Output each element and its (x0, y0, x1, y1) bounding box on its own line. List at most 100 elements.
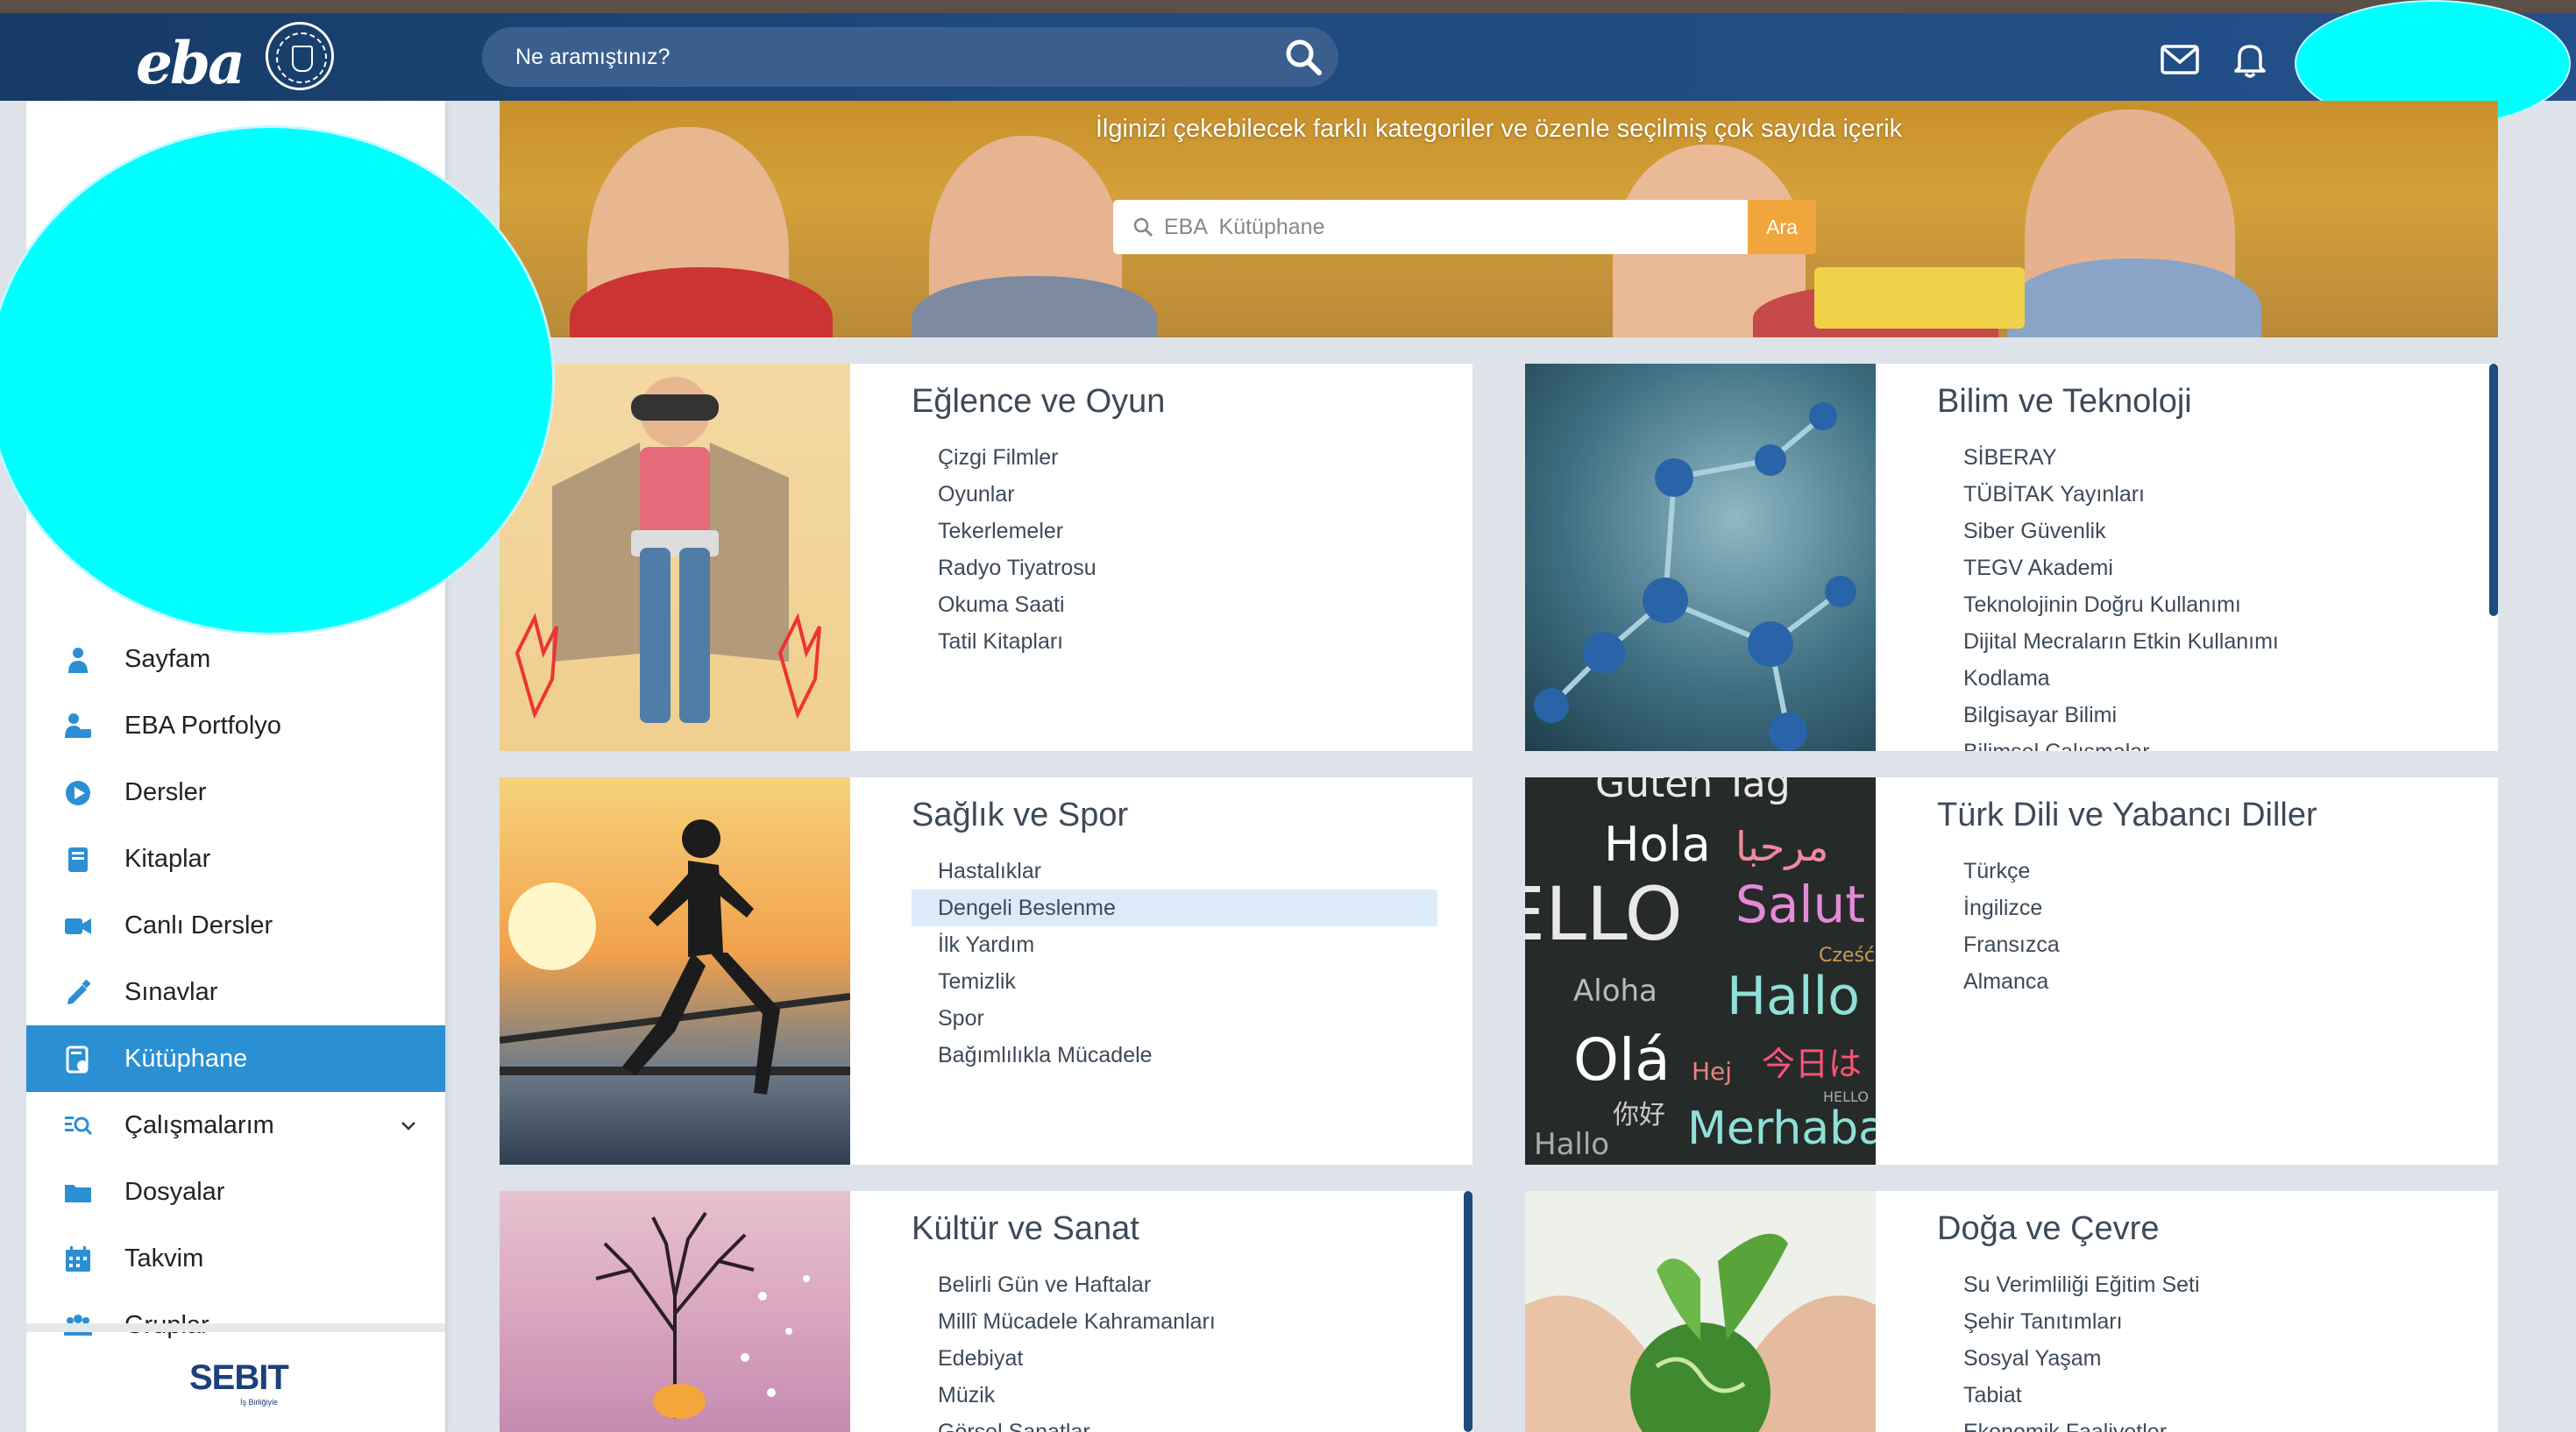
video-icon (65, 918, 91, 934)
category-title[interactable]: Doğa ve Çevre (1937, 1210, 2159, 1248)
category-image[interactable]: Guten Tag Hola مرحبا Salut ELLO Cześć Al… (1525, 777, 1876, 1165)
library-icon (66, 1046, 89, 1074)
category-link[interactable]: Su Verimliliği Eğitim Seti (1937, 1266, 2463, 1303)
chalk-word: Hallo (1534, 1127, 1609, 1162)
category-link[interactable]: Dijital Mecraların Etkin Kullanımı (1937, 623, 2463, 660)
sidebar-item-label: Dosyalar (124, 1177, 225, 1206)
category-link[interactable]: Kodlama (1937, 660, 2463, 697)
chalk-word: Salut (1735, 875, 1865, 934)
category-link[interactable]: Bilgisayar Bilimi (1937, 697, 2463, 734)
sidebar-item-sayfam[interactable]: Sayfam (26, 626, 445, 692)
category-link[interactable]: Şehir Tanıtımları (1937, 1303, 2463, 1340)
category-link[interactable]: Radyo Tiyatrosu (912, 549, 1437, 586)
sidebar-item-label: Takvim (124, 1244, 204, 1272)
bell-icon[interactable] (2228, 39, 2272, 80)
category-link[interactable]: Millî Mücadele Kahramanları (912, 1303, 1437, 1340)
sidebar-item-dersler[interactable]: Dersler (26, 759, 445, 826)
category-link[interactable]: Tatil Kitapları (912, 623, 1437, 660)
sidebar-item-label: Kitaplar (124, 844, 211, 873)
card-scrollbar[interactable] (2489, 364, 2498, 616)
mail-icon[interactable] (2158, 39, 2202, 80)
category-link[interactable]: TEGV Akademi (1937, 549, 2463, 586)
sidebar-item-kitaplar[interactable]: Kitaplar (26, 826, 445, 892)
category-title[interactable]: Bilim ve Teknoloji (1937, 383, 2192, 421)
top-search-bar (482, 27, 1338, 87)
sidebar-item-label: EBA Portfolyo (124, 711, 281, 740)
category-list: Türkçe İngilizce Fransızca Almanca (1937, 853, 2463, 1000)
category-link[interactable]: Temizlik (912, 963, 1437, 1000)
category-card-diller: Guten Tag Hola مرحبا Salut ELLO Cześć Al… (1525, 777, 2498, 1165)
category-title[interactable]: Kültür ve Sanat (912, 1210, 1139, 1248)
category-card-kultur: Kültür ve Sanat Belirli Gün ve Haftalar … (500, 1191, 1473, 1432)
sidebar-item-eba-portfolyo[interactable]: EBA Portfolyo (26, 692, 445, 759)
category-link[interactable]: Spor (912, 1000, 1437, 1037)
category-link[interactable]: TÜBİTAK Yayınları (1937, 476, 2463, 513)
sidebar-item-sinavlar[interactable]: Sınavlar (26, 959, 445, 1025)
category-link[interactable]: Tekerlemeler (912, 513, 1437, 549)
category-list: Su Verimliliği Eğitim Seti Şehir Tanıtım… (1937, 1266, 2463, 1432)
runner-illustration (500, 819, 850, 1095)
category-link[interactable]: İlk Yardım (912, 926, 1437, 963)
library-search-input[interactable] (1164, 200, 1742, 254)
category-image[interactable] (500, 364, 850, 751)
category-card-doga: Doğa ve Çevre Su Verimliliği Eğitim Seti… (1525, 1191, 2498, 1432)
sidebar-item-canli-dersler[interactable]: Canlı Dersler (26, 892, 445, 959)
category-link[interactable]: İngilizce (1937, 890, 2463, 926)
sidebar-item-label: Dersler (124, 777, 207, 806)
category-link[interactable]: Bağımlılıkla Mücadele (912, 1037, 1437, 1074)
category-image[interactable] (1525, 364, 1876, 751)
category-link[interactable]: Bilimsel Çalışmalar (1937, 734, 2463, 751)
sidebar-item-calismalarim[interactable]: Çalışmalarım (26, 1092, 445, 1159)
category-link[interactable]: Belirli Gün ve Haftalar (912, 1266, 1437, 1303)
category-link[interactable]: Siber Güvenlik (1937, 513, 2463, 549)
category-link[interactable]: Edebiyat (912, 1340, 1437, 1377)
eba-logo[interactable]: eba (136, 29, 245, 97)
search-icon[interactable] (1282, 36, 1324, 78)
category-link[interactable]: Teknolojinin Doğru Kullanımı (1937, 586, 2463, 623)
category-link[interactable]: Tabiat (1937, 1377, 2463, 1414)
category-image[interactable] (1525, 1191, 1876, 1432)
library-search-button[interactable]: Ara (1748, 200, 1816, 254)
sidebar-item-dosyalar[interactable]: Dosyalar (26, 1159, 445, 1225)
category-image[interactable] (500, 777, 850, 1165)
calendar-icon (66, 1246, 90, 1272)
category-link[interactable]: Fransızca (1937, 926, 2463, 963)
category-link[interactable]: Türkçe (1937, 853, 2463, 890)
sidebar-item-kutuphane[interactable]: Kütüphane (26, 1025, 445, 1092)
redacted-overlay (0, 125, 555, 635)
ministry-seal-icon (266, 22, 334, 90)
category-title[interactable]: Eğlence ve Oyun (912, 383, 1165, 421)
play-icon (66, 781, 90, 805)
sidebar-item-label: Kütüphane (124, 1044, 248, 1073)
library-search-bar: Ara (1113, 200, 1816, 254)
sidebar-footer: SEBIT İş Birliğiyle (26, 1323, 445, 1432)
category-card-bilim: Bilim ve Teknoloji SİBERAY TÜBİTAK Yayın… (1525, 364, 2498, 751)
category-link[interactable]: SİBERAY (1937, 439, 2463, 476)
category-image[interactable] (500, 1191, 850, 1432)
category-link[interactable]: Çizgi Filmler (912, 439, 1437, 476)
top-header: eba (0, 13, 2576, 101)
category-link[interactable]: Almanca (1937, 963, 2463, 1000)
category-link[interactable]: Müzik (912, 1377, 1437, 1414)
category-link[interactable]: Oyunlar (912, 476, 1437, 513)
category-link[interactable]: Hastalıklar (912, 853, 1437, 890)
category-link[interactable]: Ekonomik Faaliyetler (1937, 1414, 2463, 1432)
chevron-down-icon[interactable] (398, 1115, 419, 1136)
category-link[interactable]: Sosyal Yaşam (1937, 1340, 2463, 1377)
category-link[interactable]: Görsel Sanatlar (912, 1414, 1437, 1432)
chalkboard-languages-image: Guten Tag Hola مرحبا Salut ELLO Cześć Al… (1525, 777, 1876, 1162)
pencil-icon (67, 979, 91, 1004)
sidebar-item-takvim[interactable]: Takvim (26, 1225, 445, 1292)
category-card-saglik: Sağlık ve Spor Hastalıklar Dengeli Besle… (500, 777, 1473, 1165)
category-link[interactable]: Okuma Saati (912, 586, 1437, 623)
chalk-word: 今日は (1762, 1045, 1862, 1083)
category-list: SİBERAY TÜBİTAK Yayınları Siber Güvenlik… (1937, 439, 2463, 751)
top-search-input[interactable] (515, 27, 1269, 87)
category-title[interactable]: Türk Dili ve Yabancı Diller (1937, 797, 2317, 834)
category-title[interactable]: Sağlık ve Spor (912, 797, 1128, 834)
sidebar-item-label: Çalışmalarım (124, 1110, 274, 1139)
category-link-hovered[interactable]: Dengeli Beslenme (912, 890, 1437, 926)
card-scrollbar[interactable] (1464, 1191, 1473, 1432)
banner-text: İlginizi çekebilecek farklı kategoriler … (1095, 115, 1903, 143)
chalk-word: Hallo (1727, 966, 1860, 1027)
